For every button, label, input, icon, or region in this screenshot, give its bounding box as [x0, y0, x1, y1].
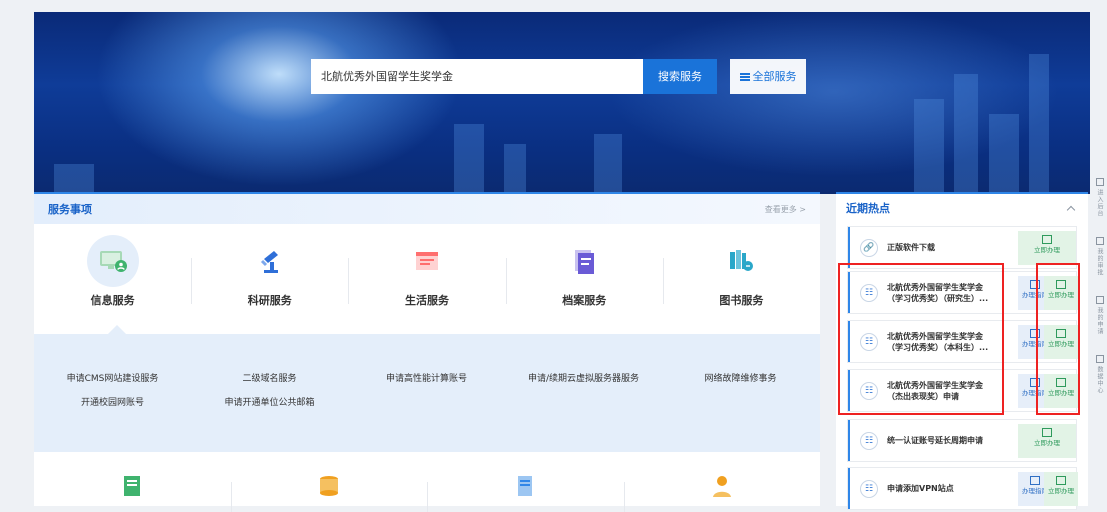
sidebar-label: 进入后台: [1096, 189, 1103, 217]
floating-sidebar: 进入后台 我的审批 我的申请 数据中心: [1092, 178, 1107, 414]
monitor-icon: [1042, 428, 1052, 437]
category-library-service[interactable]: 图书服务: [662, 224, 820, 334]
category-label: 信息服务: [90, 294, 135, 307]
sidebar-item-admin[interactable]: 进入后台: [1092, 178, 1107, 217]
category-tile[interactable]: [230, 474, 428, 512]
highlight-box-titles: [838, 263, 1004, 415]
link-icon: 🔗: [860, 238, 878, 257]
category-label: 图书服务: [719, 294, 764, 307]
hot-item-title: 统一认证账号延长周期申请: [887, 435, 1007, 446]
admin-icon: [1095, 178, 1104, 186]
document-icon: [124, 476, 141, 496]
services-header: 服务事项 查看更多 >: [34, 194, 820, 224]
sidebar-item-applications[interactable]: 我的申请: [1092, 296, 1107, 335]
hot-item[interactable]: 🔗 正版软件下载 立即办理: [848, 227, 1076, 268]
links-row: 开通校园网账号 申请开通单位公共邮箱: [34, 395, 820, 419]
database-icon: [319, 476, 338, 496]
search-input[interactable]: 北航优秀外国留学生奖学金: [311, 59, 643, 94]
sidebar-label: 数据中心: [1096, 366, 1103, 394]
category-tile[interactable]: [427, 474, 624, 512]
service-link[interactable]: 申请CMS网站建设服务: [34, 371, 191, 395]
person-icon: [712, 476, 731, 497]
microscope-icon: [251, 242, 289, 280]
document-icon: [1030, 476, 1040, 485]
monitor-icon: [1042, 235, 1052, 244]
all-services-button[interactable]: 全部服务: [730, 59, 806, 94]
hot-item-title: 正版软件下载: [887, 242, 1007, 253]
monitor-user-icon: [86, 235, 139, 287]
file-list-icon: [518, 476, 533, 496]
hot-title: 近期热点: [846, 202, 890, 215]
category-archive-service[interactable]: 档案服务: [505, 224, 663, 334]
category-life-service[interactable]: 生活服务: [348, 224, 505, 334]
books-icon: [722, 242, 760, 280]
org-chart-icon: ☷: [860, 431, 878, 450]
sidebar-item-data-center[interactable]: 数据中心: [1092, 355, 1107, 394]
category-tile[interactable]: [34, 474, 231, 512]
sidebar-item-approvals[interactable]: 我的审批: [1092, 237, 1107, 276]
apply-now-button[interactable]: 立即办理: [1044, 472, 1078, 506]
chevron-up-icon[interactable]: [1066, 205, 1076, 215]
list-icon: [1095, 296, 1104, 304]
links-row: 申请CMS网站建设服务 二级域名服务 申请高性能计算账号 申请/续期云虚拟服务器…: [34, 371, 820, 395]
search-button[interactable]: 搜索服务: [643, 59, 717, 94]
archive-icon: [565, 242, 603, 280]
service-link[interactable]: 申请开通单位公共邮箱: [191, 395, 348, 419]
hot-item-line1: 申请添加VPN站点: [887, 484, 954, 493]
category-tile[interactable]: [623, 474, 821, 512]
hot-item[interactable]: ☷ 统一认证账号延长周期申请 立即办理: [848, 420, 1076, 461]
service-link[interactable]: 网络故障维修事务: [662, 371, 819, 395]
category-label: 档案服务: [562, 294, 607, 307]
sidebar-label: 我的申请: [1096, 307, 1103, 335]
category-label: 科研服务: [247, 294, 292, 307]
service-links: 申请CMS网站建设服务 二级域名服务 申请高性能计算账号 申请/续期云虚拟服务器…: [34, 334, 820, 452]
data-icon: [1095, 355, 1104, 363]
apply-now-label: 立即办理: [1034, 439, 1060, 447]
hero-banner: [34, 12, 1090, 194]
view-more-link[interactable]: 查看更多 >: [765, 204, 806, 215]
apply-now-button[interactable]: 立即办理: [1018, 424, 1076, 458]
service-link[interactable]: 二级域名服务: [191, 371, 348, 395]
monitor-icon: [1056, 476, 1066, 485]
services-title: 服务事项: [48, 203, 92, 216]
hot-item-line1: 正版软件下载: [887, 243, 935, 252]
org-chart-icon: ☷: [860, 479, 878, 498]
category-research-service[interactable]: 科研服务: [191, 224, 348, 334]
hot-item-line1: 统一认证账号延长周期申请: [887, 436, 983, 445]
apply-now-label: 立即办理: [1034, 246, 1060, 254]
service-link[interactable]: 开通校园网账号: [34, 395, 191, 419]
hot-item-title: 申请添加VPN站点: [887, 483, 1007, 494]
menu-icon: [739, 73, 750, 81]
all-services-label: 全部服务: [752, 70, 797, 83]
services-panel: 服务事项 查看更多 > 信息服务 科研服务 生活服务 档案服务 图书服务 申请C…: [34, 192, 820, 512]
id-card-icon: [408, 242, 446, 280]
category-label: 生活服务: [405, 294, 449, 307]
hot-header: 近期热点: [836, 194, 1088, 222]
service-link[interactable]: 申请/续期云虚拟服务器服务: [505, 371, 662, 395]
service-categories-2: [34, 452, 820, 512]
apply-now-label: 立即办理: [1048, 487, 1074, 495]
highlight-box-apply: [1036, 263, 1080, 415]
user-icon: [1095, 237, 1104, 245]
service-link[interactable]: 申请高性能计算账号: [348, 371, 505, 395]
category-info-service[interactable]: 信息服务: [34, 224, 191, 334]
selected-indicator: [108, 325, 126, 334]
sidebar-label: 我的审批: [1096, 248, 1103, 276]
service-categories: 信息服务 科研服务 生活服务 档案服务 图书服务: [34, 224, 820, 334]
apply-now-button[interactable]: 立即办理: [1018, 231, 1076, 265]
hot-item[interactable]: ☷ 申请添加VPN站点 办理指南 立即办理: [848, 468, 1078, 509]
